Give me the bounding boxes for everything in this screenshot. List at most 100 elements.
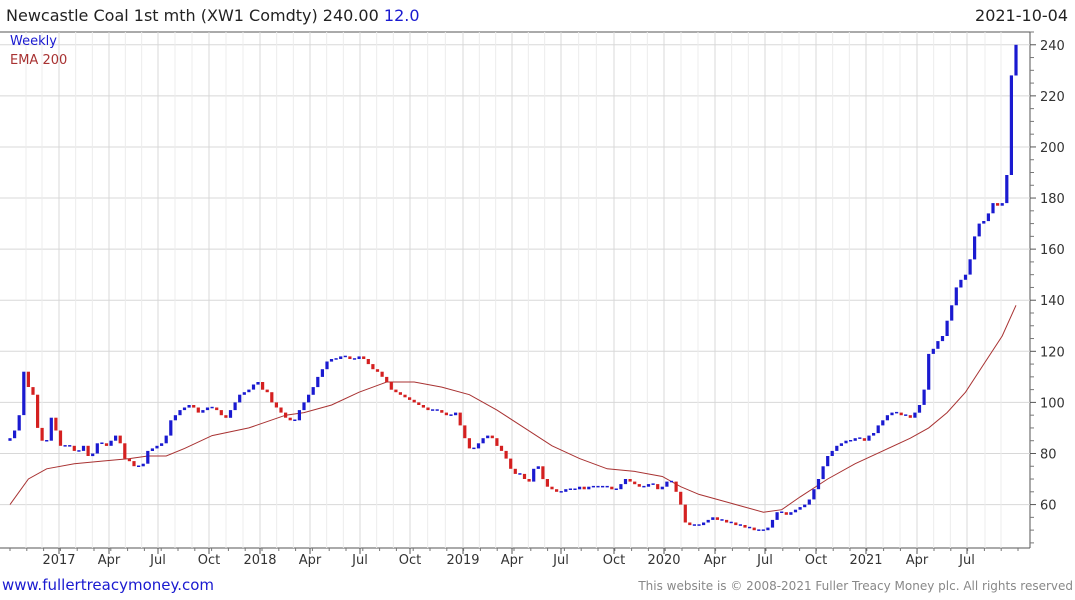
weekly-bar (954, 287, 958, 306)
weekly-bar (486, 435, 490, 439)
weekly-bar (431, 409, 435, 411)
weekly-bar (1000, 203, 1004, 206)
weekly-bar (265, 389, 269, 393)
weekly-bar (973, 236, 977, 260)
weekly-bar (715, 517, 719, 520)
weekly-bar (288, 417, 292, 421)
weekly-bar (196, 407, 200, 413)
weekly-bar (862, 438, 866, 441)
weekly-bar (665, 481, 669, 487)
weekly-bar (481, 438, 485, 444)
weekly-bar (371, 364, 375, 370)
weekly-bar (467, 438, 471, 449)
weekly-bar (651, 483, 655, 485)
weekly-bar (31, 387, 35, 395)
x-tick-label: 2021 (849, 553, 882, 568)
weekly-bar (518, 473, 522, 475)
weekly-bar (357, 356, 361, 359)
weekly-bar (582, 486, 586, 490)
weekly-bar (601, 485, 605, 488)
weekly-bar (13, 430, 17, 439)
weekly-bar (890, 412, 894, 416)
weekly-bar (274, 402, 278, 408)
weekly-bar (261, 382, 265, 390)
weekly-bar (578, 486, 582, 490)
weekly-bar (743, 525, 747, 528)
weekly-bar (904, 414, 908, 416)
weekly-bar (164, 435, 168, 444)
weekly-bar (522, 473, 527, 479)
weekly-bar (725, 519, 729, 523)
weekly-bar (293, 419, 297, 421)
x-tick-label: Oct (399, 553, 421, 568)
weekly-bar (233, 402, 237, 411)
weekly-bar (210, 406, 214, 409)
weekly-bar (54, 417, 58, 431)
weekly-bar (398, 392, 402, 395)
weekly-bar (36, 394, 40, 428)
x-tick-label: Jul (351, 553, 368, 568)
weekly-bar (63, 445, 67, 447)
weekly-bar (986, 213, 990, 222)
weekly-bar (940, 336, 945, 342)
weekly-bar (1009, 75, 1013, 175)
weekly-bar (421, 405, 425, 408)
weekly-bar (573, 488, 577, 490)
weekly-bar (104, 443, 109, 446)
weekly-bar (757, 529, 761, 531)
weekly-bar (26, 371, 30, 387)
weekly-bar (412, 399, 416, 403)
weekly-bar (435, 409, 439, 411)
weekly-bar (752, 527, 756, 531)
weekly-bar (610, 486, 614, 490)
weekly-bar (628, 479, 632, 482)
weekly-bar (509, 458, 513, 469)
weekly-bar (936, 341, 940, 349)
weekly-bar (17, 415, 21, 431)
weekly-bar (320, 369, 324, 377)
weekly-bar (830, 450, 834, 456)
footer-copyright: This website is © 2008-2021 Fuller Treac… (637, 579, 1073, 593)
weekly-bar (192, 405, 196, 408)
weekly-bar (325, 361, 329, 370)
weekly-bar (927, 353, 931, 390)
weekly-bar (463, 425, 467, 439)
weekly-bar (683, 504, 687, 523)
weekly-bar (614, 488, 618, 490)
weekly-bar (844, 440, 848, 444)
weekly-bar (555, 489, 559, 492)
weekly-bar (146, 450, 150, 464)
weekly-bar (922, 389, 926, 405)
weekly-bar (417, 402, 421, 405)
x-tick-label: 2017 (42, 553, 75, 568)
weekly-bar (977, 223, 981, 237)
x-tick-label: Oct (198, 553, 220, 568)
weekly-bar (895, 411, 899, 414)
footer-site-link[interactable]: www.fullertreacymoney.com (2, 576, 214, 594)
x-tick-label: 2018 (243, 553, 276, 568)
weekly-bar (619, 484, 623, 490)
weekly-bar (720, 519, 724, 521)
x-tick-label: 2020 (647, 553, 680, 568)
weekly-bar (348, 356, 352, 359)
weekly-bar (72, 445, 76, 451)
x-tick-label: Apr (501, 553, 524, 568)
x-tick-label: Apr (98, 553, 121, 568)
weekly-bar (408, 397, 412, 400)
weekly-bar (789, 512, 793, 515)
weekly-bar (77, 450, 81, 452)
weekly-bar (385, 376, 389, 382)
y-tick-label: 60 (1040, 499, 1057, 514)
weekly-bar (587, 486, 591, 490)
weekly-bar (770, 519, 775, 528)
weekly-bar (8, 438, 12, 441)
legend-weekly: Weekly (10, 34, 57, 49)
weekly-bar (812, 489, 816, 500)
weekly-bar (633, 481, 637, 485)
y-tick-label: 200 (1040, 141, 1065, 156)
weekly-bar (867, 435, 871, 441)
weekly-bar (279, 407, 283, 413)
weekly-bar (532, 468, 536, 482)
weekly-bar (917, 405, 922, 413)
weekly-bar (375, 369, 380, 372)
